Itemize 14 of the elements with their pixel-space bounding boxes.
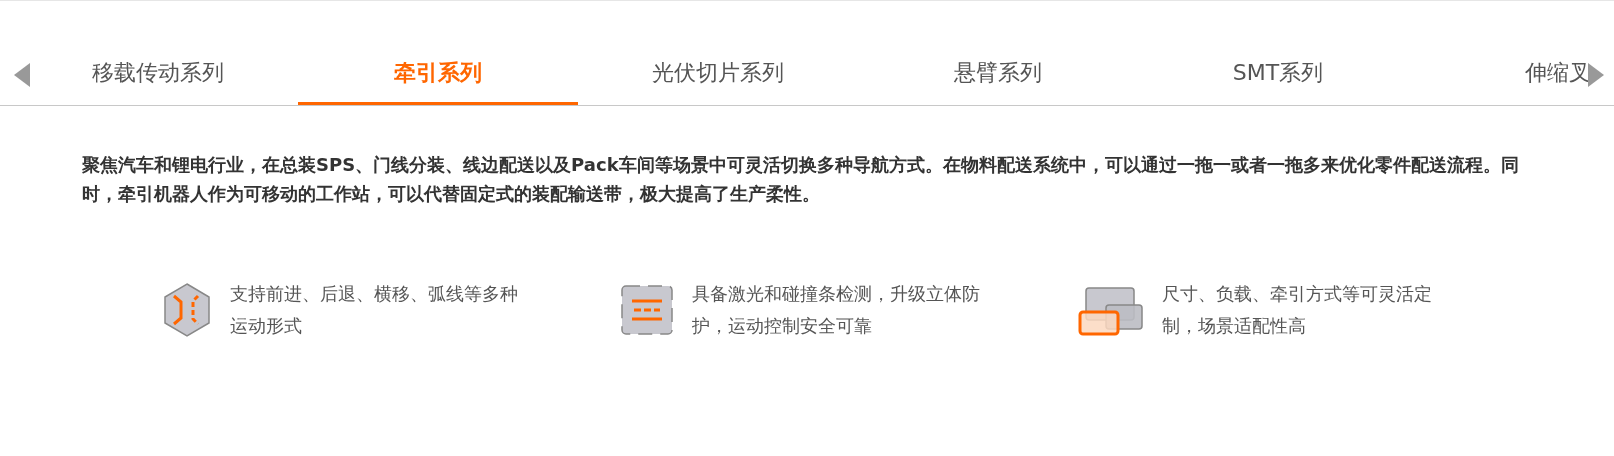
feature-text: 具备激光和碰撞条检测，升级立体防护，运动控制安全可靠: [692, 282, 981, 338]
scanner-icon: [620, 284, 674, 336]
tab[interactable]: 光伏切片系列: [578, 47, 858, 105]
description-text: 聚焦汽车和锂电行业，在总装SPS、门线分装、线边配送以及Pack车间等场景中可灵活切换多种导航方式。在物料配送系统中，可以通过一拖一或者一拖多来优化零件配送流程。同时，牵引机器人作为可移动的工作站，可以代替固定式的装配输送带，极大提高了生产柔性。: [82, 153, 1520, 206]
tab[interactable]: SMT系列: [1138, 47, 1418, 105]
feature-text: 尺寸、负载、牵引方式等可灵活定制，场景适配性高: [1162, 282, 1433, 338]
hexagon-icon: [162, 282, 212, 338]
next-arrow-icon[interactable]: [1586, 63, 1606, 87]
tab[interactable]: 悬臂系列: [858, 47, 1138, 105]
previous-arrow-icon[interactable]: [12, 63, 32, 87]
tab[interactable]: 伸缩叉: [1418, 47, 1614, 105]
tab[interactable]: 移载传动系列: [18, 47, 298, 105]
layers-icon: [1078, 284, 1144, 336]
feature-text: 支持前进、后退、横移、弧线等多种运动形式: [230, 282, 519, 338]
